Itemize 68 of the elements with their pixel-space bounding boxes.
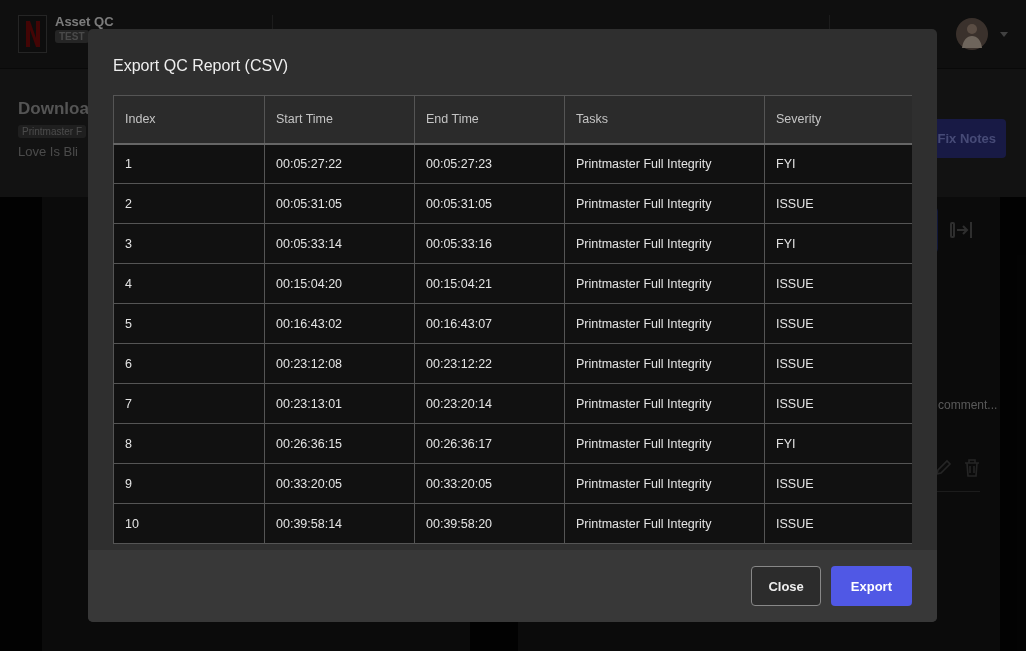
table-cell: FYI [764, 223, 912, 264]
table-cell: 00:16:43:07 [414, 303, 565, 344]
table-cell: ISSUE [764, 503, 912, 544]
table-cell: 5 [113, 303, 265, 344]
table-cell: Printmaster Full Integrity [564, 183, 765, 224]
page-title: Downloa [18, 99, 89, 119]
table-cell: 00:05:27:23 [414, 143, 565, 184]
table-cell: FYI [764, 423, 912, 464]
app-title: Asset QC [55, 13, 114, 29]
table-cell: Printmaster Full Integrity [564, 343, 765, 384]
table-cell: 00:33:20:05 [414, 463, 565, 504]
table-cell: Printmaster Full Integrity [564, 423, 765, 464]
edit-icon[interactable] [934, 459, 952, 477]
table-cell: 00:15:04:20 [264, 263, 415, 304]
close-button[interactable]: Close [751, 566, 821, 606]
table-cell: ISSUE [764, 263, 912, 304]
table-cell: 9 [113, 463, 265, 504]
table-cell: 00:23:12:08 [264, 343, 415, 384]
table-cell: 00:26:36:17 [414, 423, 565, 464]
caret-icon[interactable] [1000, 31, 1008, 37]
column-header: Severity [764, 95, 912, 144]
table-cell: 00:15:04:21 [414, 263, 565, 304]
table-cell: Printmaster Full Integrity [564, 503, 765, 544]
table-cell: ISSUE [764, 183, 912, 224]
column-header: Tasks [564, 95, 765, 144]
column-header: Index [113, 95, 265, 144]
table-cell: 7 [113, 383, 265, 424]
table-cell: ISSUE [764, 303, 912, 344]
column-header: End Time [414, 95, 565, 144]
table-cell: FYI [764, 143, 912, 184]
table-cell: 00:26:36:15 [264, 423, 415, 464]
table-cell: 00:05:31:05 [414, 183, 565, 224]
table-cell: Printmaster Full Integrity [564, 463, 765, 504]
table-cell: 4 [113, 263, 265, 304]
table-cell: 00:05:33:14 [264, 223, 415, 264]
table-cell: Printmaster Full Integrity [564, 303, 765, 344]
table-cell: 6 [113, 343, 265, 384]
table-cell: 00:05:31:05 [264, 183, 415, 224]
table-cell: Printmaster Full Integrity [564, 223, 765, 264]
export-button[interactable]: Export [830, 566, 912, 606]
comment-field[interactable]: comment... [938, 393, 1004, 415]
table-cell: ISSUE [764, 383, 912, 424]
dialog-title: Export QC Report (CSV) [113, 56, 290, 76]
table-cell: 00:23:13:01 [264, 383, 415, 424]
table-cell: 00:23:12:22 [414, 343, 565, 384]
table-cell: 00:16:43:02 [264, 303, 415, 344]
logo-icon [18, 15, 47, 53]
table-cell: 00:39:58:14 [264, 503, 415, 544]
table-cell: 00:33:20:05 [264, 463, 415, 504]
table-cell: 00:39:58:20 [414, 503, 565, 544]
table-cell: 1 [113, 143, 265, 184]
table-cell: Printmaster Full Integrity [564, 143, 765, 184]
table-cell: 3 [113, 223, 265, 264]
page-subtitle: Love Is Bli [18, 144, 78, 159]
table-cell: 2 [113, 183, 265, 224]
table-cell: ISSUE [764, 463, 912, 504]
table-cell: 00:23:20:14 [414, 383, 565, 424]
table-cell: 00:05:33:16 [414, 223, 565, 264]
delete-icon[interactable] [964, 459, 980, 477]
collapse-panel-icon[interactable] [950, 221, 974, 239]
table-cell: Printmaster Full Integrity [564, 383, 765, 424]
table-cell: ISSUE [764, 343, 912, 384]
avatar[interactable] [956, 18, 988, 50]
table-cell: Printmaster Full Integrity [564, 263, 765, 304]
table-cell: 10 [113, 503, 265, 544]
column-header: Start Time [264, 95, 415, 144]
table-cell: 8 [113, 423, 265, 464]
table-cell: 00:05:27:22 [264, 143, 415, 184]
